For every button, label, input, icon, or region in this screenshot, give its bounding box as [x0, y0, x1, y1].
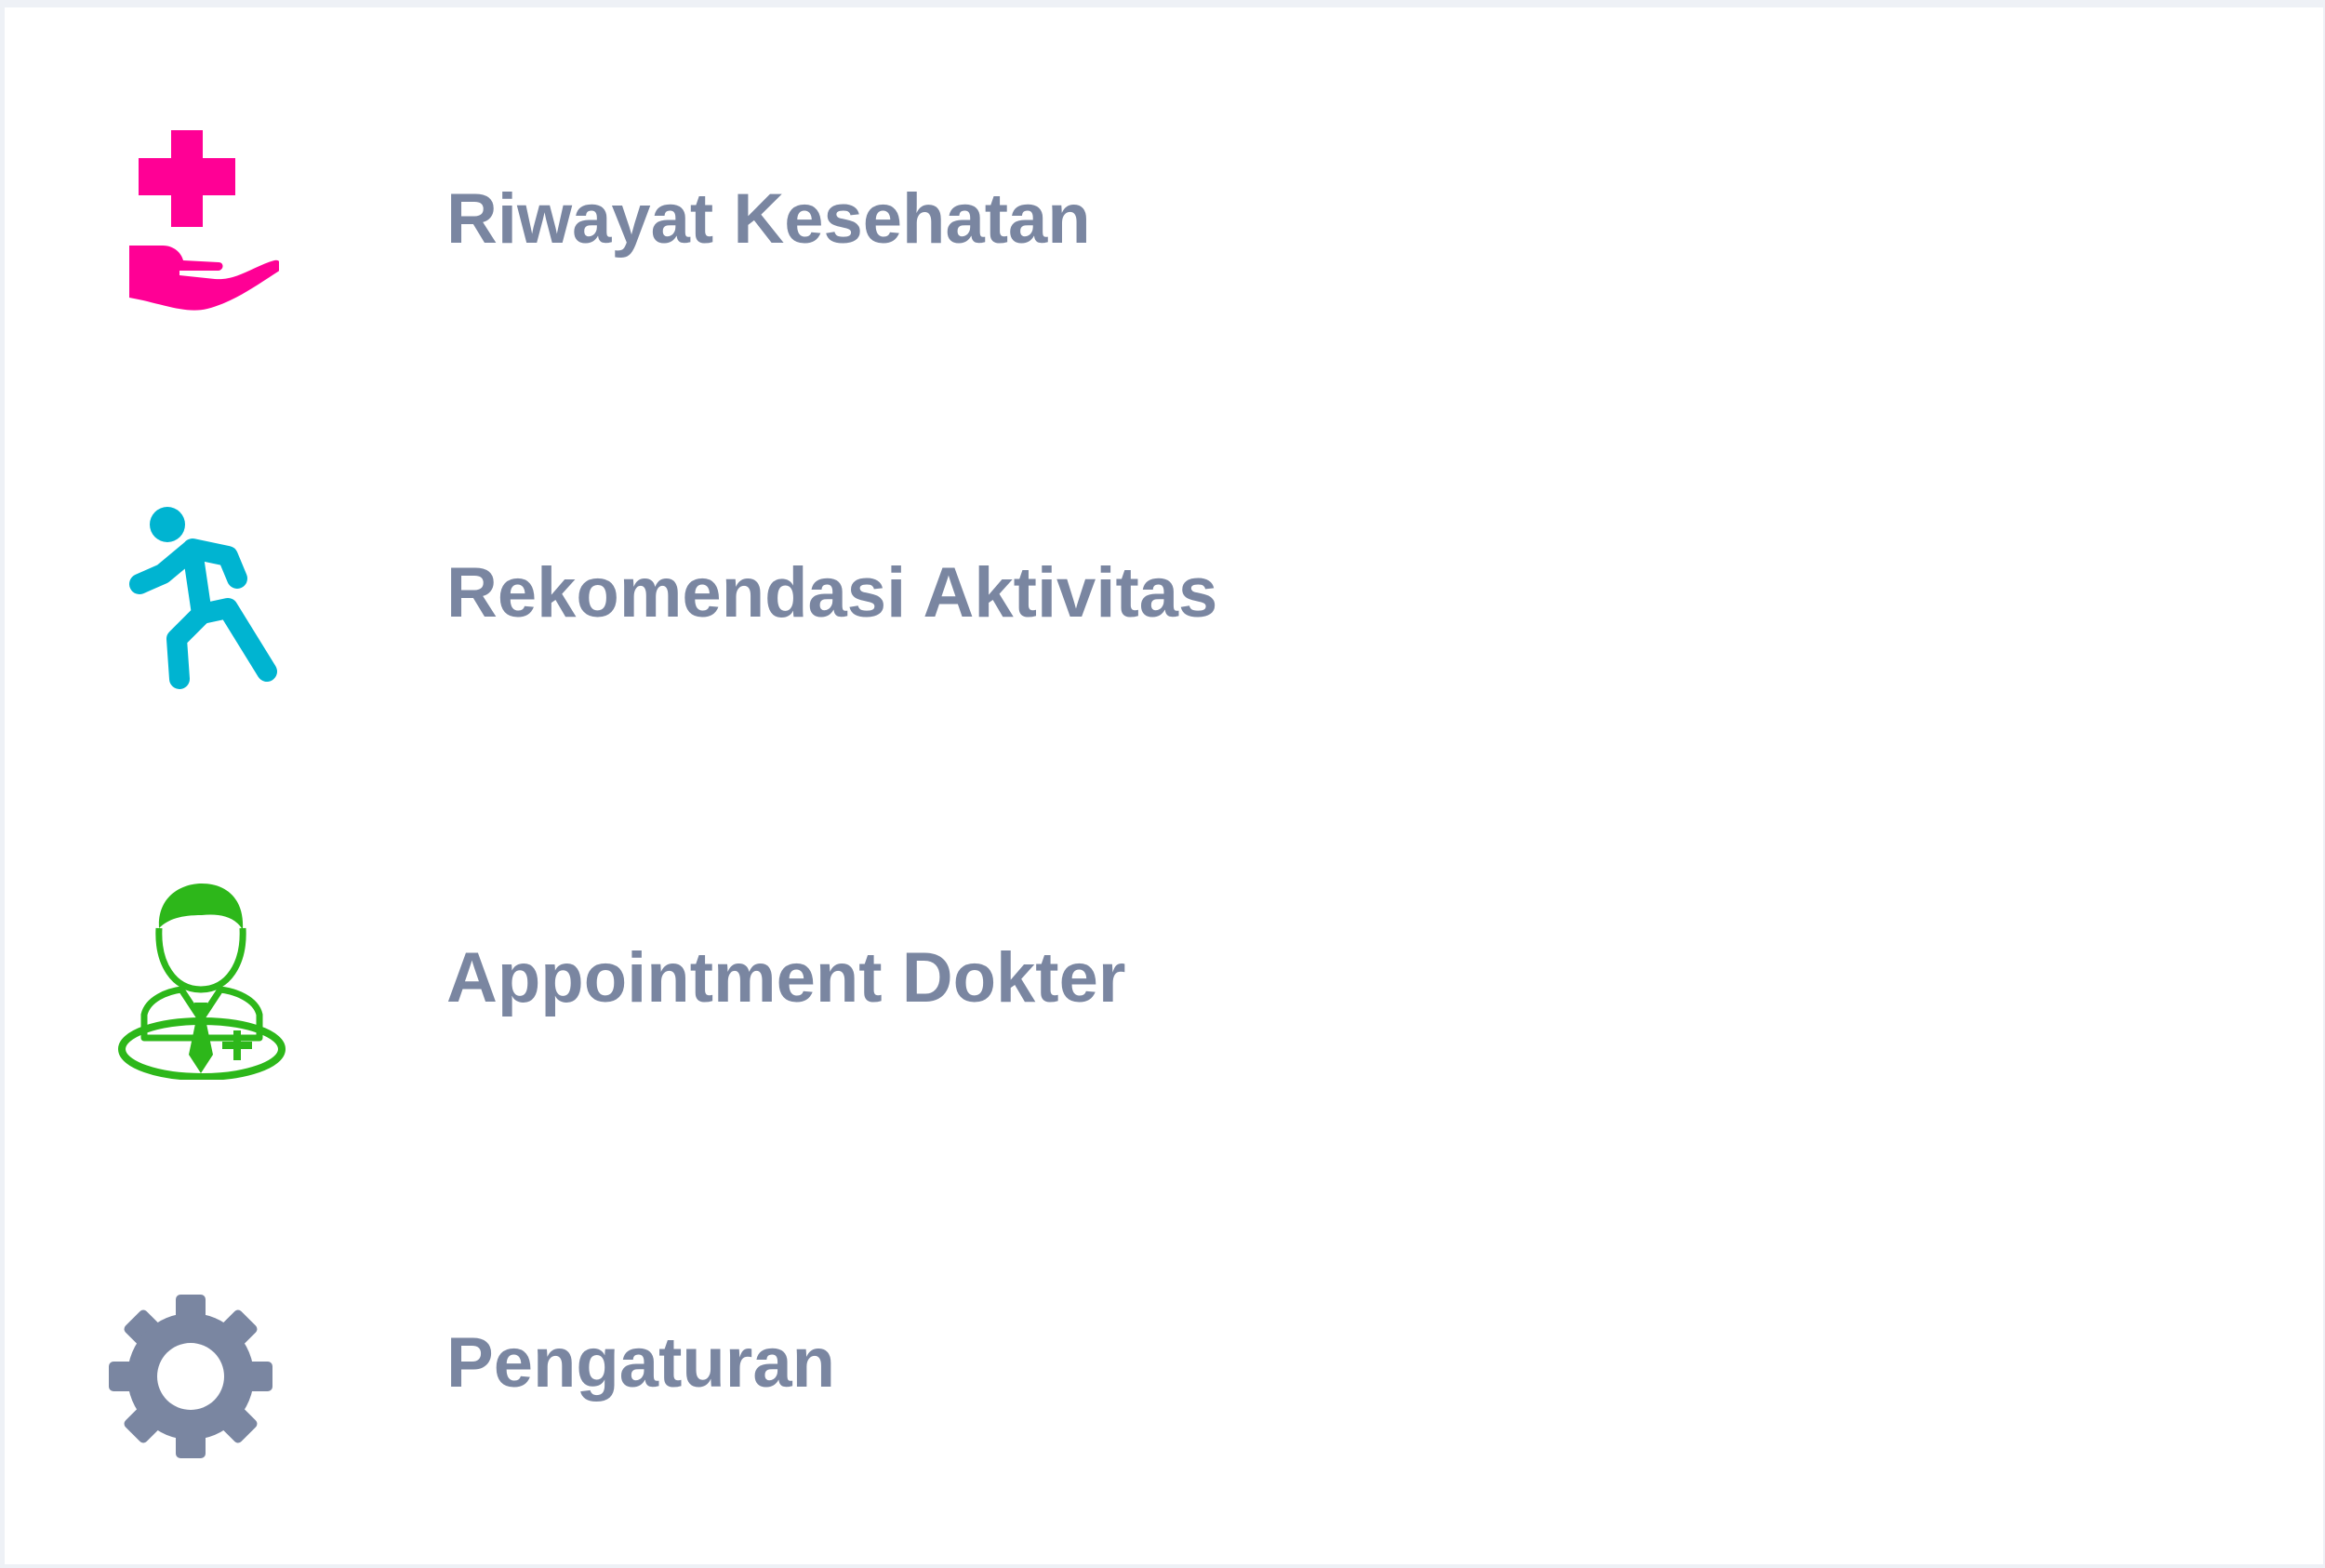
menu-item-appointment-dokter[interactable]: Appointment Dokter — [5, 796, 2323, 1181]
gear-icon — [109, 1295, 272, 1458]
menu-item-label: Rekomendasi Aktivitas — [446, 553, 1218, 632]
menu-item-riwayat-kesehatan[interactable]: Riwayat Kesehatan — [5, 26, 2323, 411]
health-care-hand-icon — [129, 130, 279, 311]
menu-item-label: Pengaturan — [446, 1323, 836, 1402]
menu-panel: Riwayat Kesehatan Rekomendasi Aktivitas — [5, 7, 2323, 1564]
menu-item-label: Riwayat Kesehatan — [446, 179, 1091, 259]
menu-item-rekomendasi-aktivitas[interactable]: Rekomendasi Aktivitas — [5, 411, 2323, 796]
menu-item-label: Appointment Dokter — [446, 938, 1126, 1017]
menu-item-pengaturan[interactable]: Pengaturan — [5, 1181, 2323, 1566]
doctor-icon — [118, 884, 286, 1080]
walking-person-icon — [129, 507, 277, 689]
